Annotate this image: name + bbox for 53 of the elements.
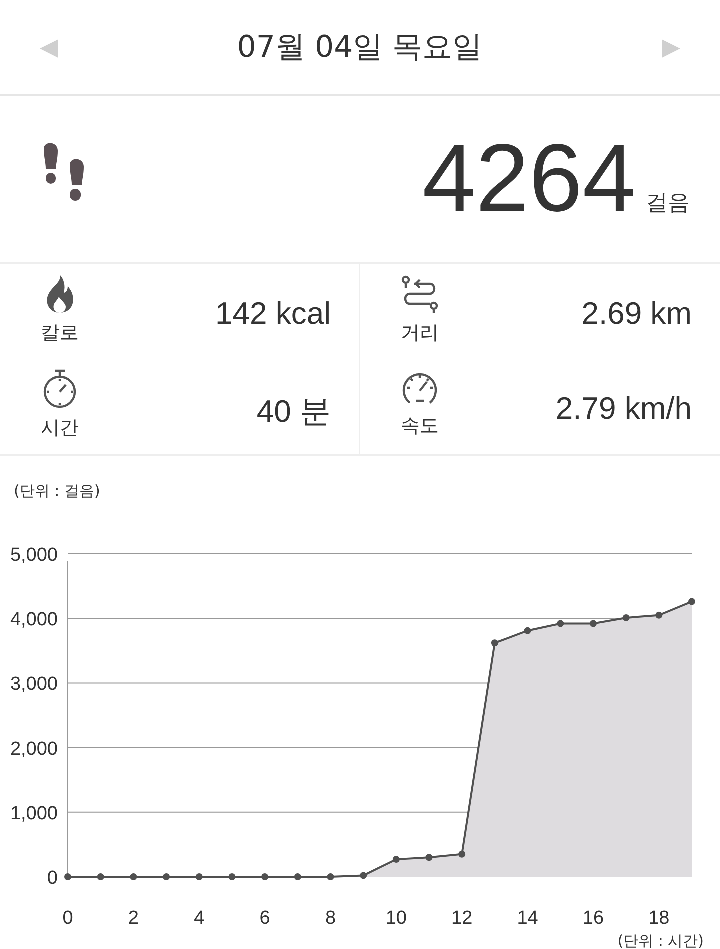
y-axis-unit: (단위 : 걸음) xyxy=(13,481,102,502)
x-axis-unit: (단위 : 시간) xyxy=(618,932,704,949)
data-point xyxy=(524,627,532,634)
y-tick-label: 0 xyxy=(47,868,58,889)
data-point xyxy=(458,850,466,858)
data-point xyxy=(97,874,104,880)
y-tick-label: 5,000 xyxy=(10,545,58,566)
x-tick-label: 16 xyxy=(582,908,604,929)
stat-label: 속도 xyxy=(401,414,439,439)
data-point xyxy=(196,874,203,880)
stat-value: 2.79 km/h xyxy=(556,391,692,427)
y-tick-label: 2,000 xyxy=(10,738,58,760)
data-point xyxy=(163,874,170,880)
stat-value: 40 분 xyxy=(256,393,331,431)
data-point xyxy=(426,854,433,862)
data-point xyxy=(622,614,630,622)
stat-label: 시간 xyxy=(41,416,79,441)
stat-label: 칼로 xyxy=(41,321,79,346)
data-point xyxy=(688,598,696,606)
next-day-button[interactable]: ▶ xyxy=(662,32,680,62)
x-tick-label: 8 xyxy=(325,908,336,929)
y-tick-label: 3,000 xyxy=(10,674,58,696)
data-point xyxy=(491,640,498,647)
data-point xyxy=(656,612,663,619)
data-point xyxy=(327,874,334,880)
previous-day-button[interactable]: ◀ xyxy=(40,32,58,62)
data-point xyxy=(64,874,72,880)
data-point xyxy=(590,620,597,628)
x-tick-label: 0 xyxy=(62,908,74,929)
data-point xyxy=(228,874,236,880)
data-point xyxy=(557,620,564,628)
x-tick-label: 14 xyxy=(517,908,538,929)
data-point xyxy=(392,856,400,864)
data-point xyxy=(262,874,269,880)
stat-label: 거리 xyxy=(401,321,439,346)
y-tick-label: 1,000 xyxy=(10,803,58,824)
route-icon xyxy=(400,274,440,314)
x-tick-label: 2 xyxy=(128,908,139,929)
stat-value: 2.69 km xyxy=(582,296,692,332)
stopwatch-icon xyxy=(41,369,79,409)
x-tick-label: 6 xyxy=(260,908,270,929)
x-tick-label: 18 xyxy=(648,908,670,929)
date-title: 07월 04일 목요일 xyxy=(237,28,483,66)
x-tick-label: 10 xyxy=(386,908,407,929)
data-point xyxy=(130,874,138,880)
step-unit: 걸음 xyxy=(646,190,690,218)
data-point xyxy=(360,872,368,880)
stat-value: 142 kcal xyxy=(216,296,331,332)
x-tick-label: 12 xyxy=(452,908,473,929)
x-tick-label: 4 xyxy=(194,908,205,929)
y-tick-label: 4,000 xyxy=(10,610,58,631)
step-count: 4264 xyxy=(422,131,636,227)
data-point xyxy=(294,874,302,880)
